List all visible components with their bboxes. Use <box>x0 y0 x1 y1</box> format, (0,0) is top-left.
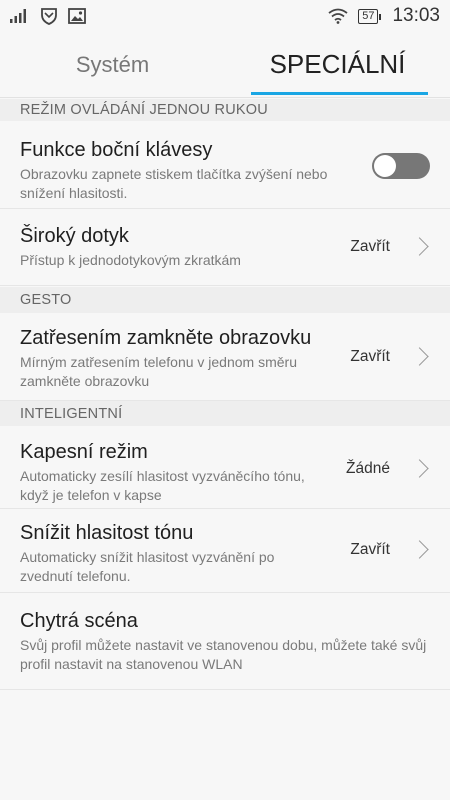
tab-special[interactable]: SPECIÁLNÍ <box>225 32 450 97</box>
setting-text-wide-touch: Široký dotyk Přístup k jednodotykovým zk… <box>20 223 330 270</box>
side-key-toggle[interactable] <box>372 153 430 179</box>
setting-row-side-key[interactable]: Funkce boční klávesy Obrazovku zapnete s… <box>0 122 450 209</box>
setting-title: Široký dotyk <box>20 225 129 247</box>
setting-subtitle: Svůj profil můžete nastavit ve stanoveno… <box>20 637 427 672</box>
setting-subtitle: Automaticky zesílí hlasitost vyzváněcího… <box>20 468 305 503</box>
setting-title: Zatřesením zamkněte obrazovku <box>20 327 312 349</box>
setting-value: Zavřít <box>350 238 390 255</box>
setting-row-shake-lock[interactable]: Zatřesením zamkněte obrazovku Mírným zat… <box>0 313 450 401</box>
tab-special-label: SPECIÁLNÍ <box>269 49 406 79</box>
toggle-knob <box>374 155 396 177</box>
setting-value: Zavřít <box>350 541 390 558</box>
setting-subtitle: Mírným zatřesením telefonu v jednom směr… <box>20 354 297 389</box>
status-bar-right: 57 13:03 <box>328 5 440 27</box>
setting-subtitle: Automaticky snížit hlasitost vyzvánění p… <box>20 549 275 584</box>
wifi-icon <box>328 8 348 24</box>
shield-icon <box>40 7 58 25</box>
tab-bar: Systém SPECIÁLNÍ <box>0 32 450 98</box>
setting-text-shake-lock: Zatřesením zamkněte obrazovku Mírným zat… <box>20 325 330 391</box>
section-header-intelligent: INTELIGENTNÍ <box>0 401 450 426</box>
chevron-right-icon <box>410 459 429 478</box>
setting-text-pocket-mode: Kapesní režim Automaticky zesílí hlasito… <box>20 439 330 505</box>
setting-subtitle: Obrazovku zapnete stiskem tlačítka zvýše… <box>20 166 328 201</box>
chevron-right-icon <box>410 347 429 366</box>
tab-system[interactable]: Systém <box>0 32 225 97</box>
setting-row-wide-touch[interactable]: Široký dotyk Přístup k jednodotykovým zk… <box>0 209 450 286</box>
setting-row-pocket-mode[interactable]: Kapesní režim Automaticky zesílí hlasito… <box>0 426 450 509</box>
status-bar-left <box>10 7 86 25</box>
setting-row-lower-tone[interactable]: Snížit hlasitost tónu Automaticky snížit… <box>0 509 450 593</box>
signal-icon <box>10 9 30 23</box>
section-gesture-label: GESTO <box>20 292 72 308</box>
section-header-one-hand: REŽIM OVLÁDÁNÍ JEDNOU RUKOU <box>0 99 450 121</box>
battery-icon: 57 <box>358 8 382 24</box>
status-bar: 57 13:03 <box>0 0 450 32</box>
setting-subtitle: Přístup k jednodotykovým zkratkám <box>20 252 241 268</box>
chevron-right-icon <box>410 237 429 256</box>
setting-value: Žádné <box>346 460 390 477</box>
setting-title: Kapesní režim <box>20 441 148 463</box>
section-header-gesture: GESTO <box>0 287 450 313</box>
setting-text-smart-scene: Chytrá scéna Svůj profil můžete nastavit… <box>20 608 430 674</box>
setting-title: Snížit hlasitost tónu <box>20 522 194 544</box>
section-one-hand-label: REŽIM OVLÁDÁNÍ JEDNOU RUKOU <box>20 102 268 118</box>
setting-text-lower-tone: Snížit hlasitost tónu Automaticky snížit… <box>20 520 330 586</box>
chevron-right-icon <box>410 540 429 559</box>
setting-row-smart-scene[interactable]: Chytrá scéna Svůj profil můžete nastavit… <box>0 593 450 690</box>
section-intelligent-label: INTELIGENTNÍ <box>20 405 123 422</box>
tab-system-label: Systém <box>75 51 150 77</box>
tab-selected-indicator <box>251 92 428 95</box>
setting-title: Chytrá scéna <box>20 610 138 632</box>
image-icon <box>68 8 86 24</box>
setting-title: Funkce boční klávesy <box>20 139 213 161</box>
setting-text-side-key: Funkce boční klávesy Obrazovku zapnete s… <box>20 137 330 203</box>
setting-value: Zavřít <box>350 348 390 365</box>
status-time: 13:03 <box>392 5 440 26</box>
